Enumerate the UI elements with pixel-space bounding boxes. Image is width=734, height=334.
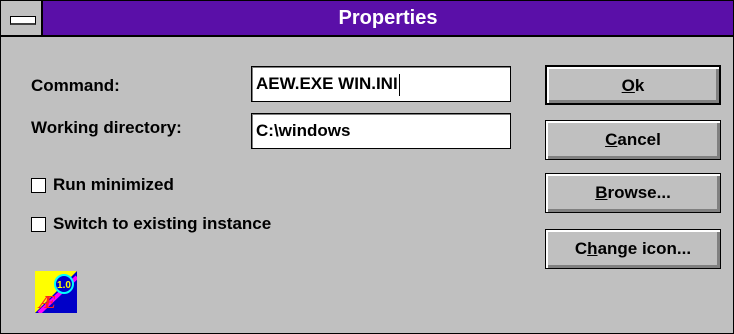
text-caret <box>398 73 400 96</box>
command-input[interactable]: AEW.EXE WIN.INI <box>251 66 511 102</box>
working-directory-input[interactable]: C:\windows <box>251 113 511 149</box>
cancel-mnemonic: C <box>605 130 618 149</box>
ok-button[interactable]: Ok <box>545 65 721 105</box>
change-icon-button[interactable]: Change icon... <box>545 229 721 269</box>
working-directory-value: C:\windows <box>256 121 351 140</box>
system-menu-icon <box>10 16 36 25</box>
browse-button[interactable]: Browse... <box>545 173 721 213</box>
aew-program-icon: 1.0 Æ <box>35 271 77 313</box>
icon-version-badge: 1.0 <box>57 280 71 291</box>
browse-mnemonic: B <box>595 183 608 202</box>
icon-letters: Æ <box>37 292 56 312</box>
switch-existing-label[interactable]: Switch to existing instance <box>53 214 271 234</box>
run-minimized-label[interactable]: Run minimized <box>53 175 174 195</box>
cancel-button[interactable]: Cancel <box>545 120 721 160</box>
run-minimized-checkbox[interactable] <box>31 178 46 193</box>
command-value: AEW.EXE WIN.INI <box>256 74 398 93</box>
title-bar: Properties <box>1 1 733 37</box>
cancel-label-rest: ancel <box>617 130 661 149</box>
command-label: Command: <box>31 76 120 95</box>
change-icon-mnemonic: h <box>587 239 598 258</box>
ok-mnemonic: O <box>621 76 635 95</box>
change-icon-label-pre: C <box>574 239 588 258</box>
window-title: Properties <box>338 7 438 29</box>
switch-existing-checkbox[interactable] <box>31 217 46 232</box>
working-directory-label: Working directory: <box>31 118 182 137</box>
properties-dialog: Properties Command: AEW.EXE WIN.INI Work… <box>0 0 734 334</box>
browse-label-rest: rowse... <box>607 183 671 202</box>
change-icon-label-rest: ange icon... <box>597 239 692 258</box>
system-menu-button[interactable] <box>1 1 43 35</box>
ok-label-rest: k <box>634 76 645 95</box>
